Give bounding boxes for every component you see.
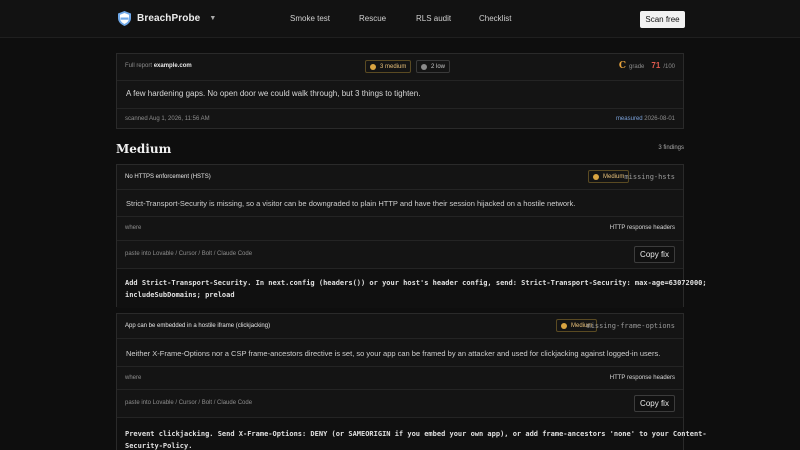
finding-description: Neither X-Frame-Options nor a CSP frame-… xyxy=(126,349,661,358)
low-dot-icon xyxy=(421,63,427,70)
brand-name: BreachProbe xyxy=(137,13,201,24)
report-prefix: Full report xyxy=(125,63,153,69)
where-label: where xyxy=(125,375,142,381)
shield-icon xyxy=(118,11,131,26)
fix-code-block: Add Strict-Transport-Security. In next.c… xyxy=(117,268,707,308)
severity-badge: Medium xyxy=(588,170,630,183)
low-count-label: 2 low xyxy=(431,63,446,70)
severity-dot-icon xyxy=(561,322,567,329)
summary-message: A few hardening gaps. No open door we co… xyxy=(126,89,421,98)
where-value: HTTP response headers xyxy=(609,225,675,231)
finding-code: missing-hsts xyxy=(624,173,675,181)
report-domain: example.com xyxy=(153,63,192,69)
finding-code: missing-frame-options xyxy=(586,322,675,330)
fix-code-line: Add Strict-Transport-Security. In next.c… xyxy=(125,279,707,287)
fix-code-line: Security-Policy. xyxy=(125,442,193,450)
scan-free-button[interactable]: Scan free xyxy=(640,11,685,28)
severity-dot-icon xyxy=(593,173,599,180)
where-value: HTTP response headers xyxy=(609,375,675,381)
chevron-down-icon[interactable]: ▼ xyxy=(209,15,216,22)
paste-label: paste into Lovable / Cursor / Bolt / Cla… xyxy=(125,400,253,406)
medium-dot-icon xyxy=(370,63,376,70)
finding-paste-row: paste into Lovable / Cursor / Bolt / Cla… xyxy=(117,389,683,417)
finding-description-row: Strict-Transport-Security is missing, so… xyxy=(117,189,683,216)
score-max: /100 xyxy=(663,64,675,70)
finding-description-row: Neither X-Frame-Options nor a CSP frame-… xyxy=(117,338,683,366)
grade-word: grade xyxy=(629,64,645,70)
summary-message-row: A few hardening gaps. No open door we co… xyxy=(117,80,683,108)
finding-title: App can be embedded in a hostile iframe … xyxy=(125,323,271,329)
finding-title: No HTTPS enforcement (HSTS) xyxy=(125,174,211,180)
scanned-timestamp: scanned Aug 1, 2026, 11:56 AM xyxy=(125,116,210,122)
finding-card: No HTTPS enforcement (HSTS) Medium missi… xyxy=(116,164,707,308)
finding-where-row: where HTTP response headers xyxy=(117,366,683,389)
report-heading: Full report example.com xyxy=(125,63,192,69)
brand-logo[interactable]: BreachProbe ▼ xyxy=(118,11,216,26)
nav-link-rls-audit[interactable]: RLS audit xyxy=(416,14,451,23)
section-title: Medium xyxy=(116,142,172,156)
top-nav: BreachProbe ▼ Smoke test Rescue RLS audi… xyxy=(0,0,800,38)
finding-description: Strict-Transport-Security is missing, so… xyxy=(126,199,576,208)
score-value: 71 xyxy=(651,61,661,70)
nav-link-checklist[interactable]: Checklist xyxy=(479,14,511,23)
nav-link-rescue[interactable]: Rescue xyxy=(359,14,386,23)
low-count-badge: 2 low xyxy=(416,60,451,73)
fix-code-line: includeSubDomains; preload xyxy=(125,291,235,299)
report-summary-card: Full report example.com 3 medium 2 low C… xyxy=(116,53,684,129)
grade-letter: C xyxy=(618,61,627,71)
finding-where-row: where HTTP response headers xyxy=(117,216,683,240)
nav-link-smoke-test[interactable]: Smoke test xyxy=(290,14,330,23)
fix-code-block: Prevent clickjacking. Send X-Frame-Optio… xyxy=(117,417,707,450)
copy-fix-button[interactable]: Copy fix xyxy=(634,246,675,263)
finding-card: App can be embedded in a hostile iframe … xyxy=(116,313,707,450)
measured-date: measured 2026-08-01 xyxy=(616,116,675,122)
finding-paste-row: paste into Lovable / Cursor / Bolt / Cla… xyxy=(117,240,683,268)
fix-code-line: Prevent clickjacking. Send X-Frame-Optio… xyxy=(125,430,707,438)
severity-label: Medium xyxy=(603,173,625,180)
where-label: where xyxy=(125,225,142,231)
paste-label: paste into Lovable / Cursor / Bolt / Cla… xyxy=(125,251,253,257)
copy-fix-button[interactable]: Copy fix xyxy=(634,395,675,412)
grade-score: C grade 71 /100 xyxy=(619,61,675,71)
measured-value: 2026-08-01 xyxy=(644,116,675,122)
section-count: 3 findings xyxy=(658,145,684,151)
measured-label: measured xyxy=(615,116,643,122)
summary-meta-row: scanned Aug 1, 2026, 11:56 AM measured 2… xyxy=(117,108,683,130)
medium-count-label: 3 medium xyxy=(380,63,407,70)
medium-count-badge: 3 medium xyxy=(365,60,412,73)
